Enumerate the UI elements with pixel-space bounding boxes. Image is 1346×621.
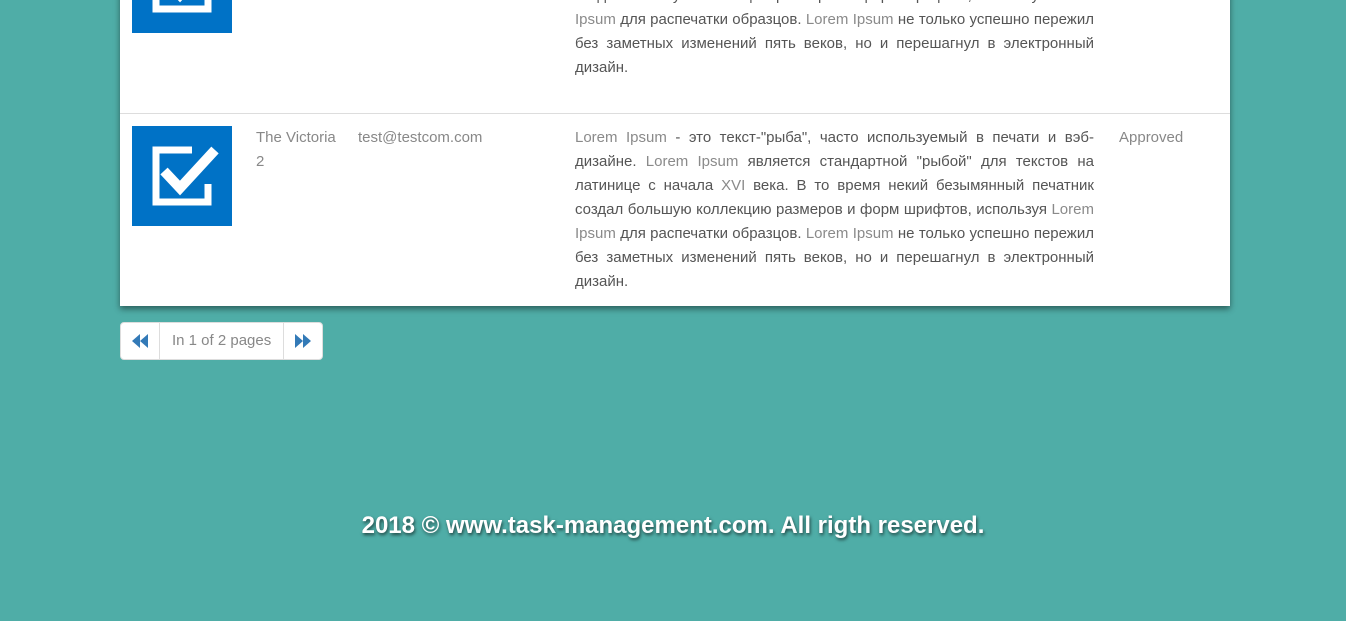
double-chevron-right-icon bbox=[295, 334, 312, 348]
lorem-highlight: Lorem Ipsum bbox=[805, 225, 894, 242]
lorem-highlight: Lorem Ipsum bbox=[575, 129, 667, 146]
checkbox-checked-icon bbox=[152, 0, 212, 13]
lorem-highlight: XVI bbox=[721, 177, 746, 194]
table-row: The Victoria 2 test@testcom.com Lorem Ip… bbox=[120, 114, 1230, 306]
description-text: для распечатки образцов. bbox=[615, 11, 806, 28]
next-page-button[interactable] bbox=[283, 323, 322, 359]
pagination: In 1 of 2 pages bbox=[120, 322, 324, 360]
task-status: Approved bbox=[1119, 129, 1184, 146]
task-thumbnail[interactable] bbox=[132, 126, 232, 226]
description-text: создал большую коллекцию размеров и форм… bbox=[575, 0, 1051, 4]
task-description: Lorem Ipsum - это текст-"рыба", часто ис… bbox=[575, 126, 1094, 294]
task-description: создал большую коллекцию размеров и форм… bbox=[575, 0, 1094, 80]
description-text: для распечатки образцов. bbox=[615, 225, 806, 242]
checkbox-checked-icon bbox=[152, 146, 219, 206]
footer-copyright: 2018 © www.task-management.com. All rigt… bbox=[361, 512, 985, 539]
page-info: In 1 of 2 pages bbox=[172, 332, 272, 349]
lorem-highlight: Lorem Ipsum bbox=[645, 153, 739, 170]
task-email: test@testcom.com bbox=[358, 129, 483, 146]
double-chevron-left-icon bbox=[132, 334, 148, 348]
prev-page-button[interactable] bbox=[121, 323, 160, 359]
task-thumbnail[interactable] bbox=[132, 0, 232, 33]
tasks-table: создал большую коллекцию размеров и форм… bbox=[120, 0, 1230, 306]
table-row: создал большую коллекцию размеров и форм… bbox=[120, 0, 1230, 114]
task-name: The Victoria 2 bbox=[256, 129, 336, 170]
lorem-highlight: Lorem Ipsum bbox=[805, 11, 894, 28]
